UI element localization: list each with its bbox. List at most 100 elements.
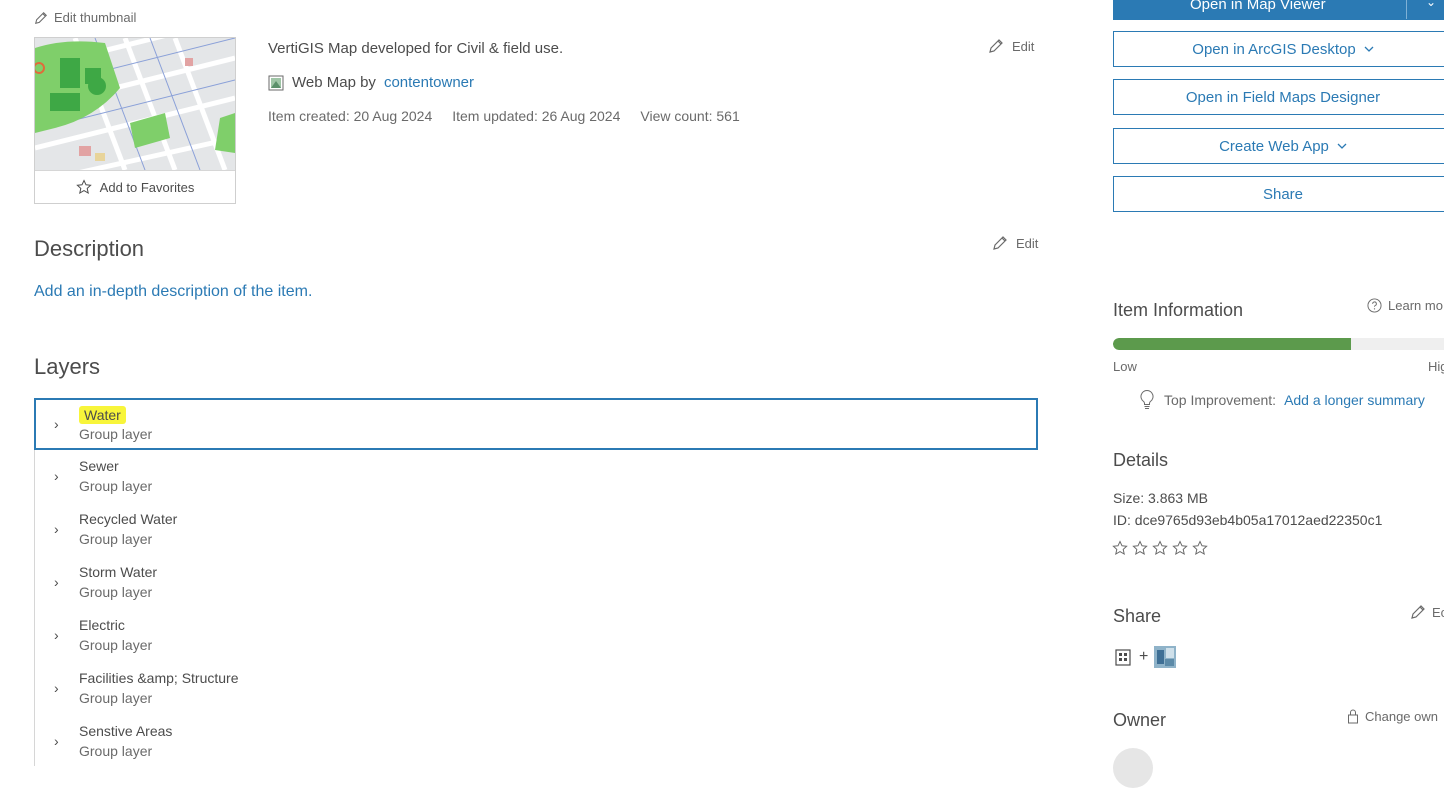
change-owner-label: Change own [1365, 708, 1438, 724]
item-type-line: Web Map by contentowner [268, 74, 474, 91]
help-icon [1367, 298, 1382, 313]
open-in-arcgis-desktop-label: Open in ArcGIS Desktop [1192, 40, 1356, 58]
top-improvement-link[interactable]: Add a longer summary [1284, 392, 1425, 408]
open-in-map-viewer-button[interactable]: Open in Map Viewer ⌄ [1113, 0, 1444, 20]
rating-stars[interactable] [1112, 540, 1208, 556]
owner-avatar [1113, 748, 1153, 788]
view-count: View count: 561 [640, 108, 740, 124]
lightbulb-icon [1140, 389, 1154, 409]
share-label: Share [1262, 185, 1304, 203]
group-thumbnail-icon [1154, 646, 1177, 668]
layer-name: Facilities &amp; Structure [79, 670, 239, 686]
layer-item-water[interactable]: › Water Group layer [34, 398, 1038, 450]
pencil-icon [989, 39, 1003, 53]
layers-list: › Water Group layer › Sewer Group layer … [34, 398, 1038, 768]
button-split-divider [1406, 0, 1407, 19]
star-icon[interactable] [1132, 540, 1148, 556]
layer-item-electric[interactable]: › Electric Group layer [34, 609, 1038, 662]
layer-type: Group layer [79, 637, 153, 653]
pencil-icon [35, 11, 47, 24]
description-heading: Description [34, 236, 145, 261]
open-in-map-viewer-label: Open in Map Viewer [1190, 0, 1326, 13]
item-updated: Item updated: 26 Aug 2024 [452, 108, 621, 124]
layers-heading: Layers [34, 354, 101, 379]
top-improvement-label: Top Improvement: [1164, 392, 1277, 408]
layer-name: Electric [79, 617, 125, 633]
item-information-progress-bar [1113, 338, 1444, 350]
layer-name: Recycled Water [79, 511, 178, 527]
thumbnail-card: Add to Favorites [34, 37, 236, 204]
chevron-right-icon[interactable]: › [54, 627, 59, 643]
open-in-arcgis-desktop-button[interactable]: Open in ArcGIS Desktop [1113, 31, 1444, 67]
layer-name: Senstive Areas [79, 723, 173, 739]
chevron-right-icon[interactable]: › [54, 680, 59, 696]
edit-summary-button[interactable]: Edit [988, 38, 1034, 54]
pencil-icon [1411, 605, 1425, 619]
create-web-app-label: Create Web App [1219, 137, 1329, 155]
layer-type: Group layer [79, 426, 153, 442]
edit-share-label: Ec [1432, 604, 1444, 620]
layer-item-sewer[interactable]: › Sewer Group layer [34, 450, 1038, 503]
star-icon[interactable] [1172, 540, 1188, 556]
open-in-field-maps-designer-button[interactable]: Open in Field Maps Designer [1113, 79, 1444, 115]
layer-name: Sewer [79, 458, 119, 474]
organization-icon [1115, 649, 1131, 666]
star-icon[interactable] [1152, 540, 1168, 556]
progress-low-label: Low [1113, 359, 1137, 374]
favorites-label: Add to Favorites [99, 179, 195, 195]
share-level-icons: + [1113, 646, 1177, 668]
add-description-link[interactable]: Add an in-depth description of the item. [34, 283, 312, 301]
chevron-down-icon [1337, 143, 1347, 149]
star-icon [75, 179, 92, 194]
item-meta: Item created: 20 Aug 2024 Item updated: … [268, 108, 740, 124]
top-improvement: Top Improvement: Add a longer summary [1138, 389, 1425, 411]
layer-type: Group layer [79, 531, 153, 547]
layer-type: Group layer [79, 690, 153, 706]
edit-summary-label: Edit [1012, 38, 1035, 54]
layer-name: Water [79, 406, 126, 424]
add-to-favorites-button[interactable]: Add to Favorites [35, 170, 235, 203]
edit-description-button[interactable]: Edit [992, 235, 1038, 251]
chevron-right-icon[interactable]: › [54, 416, 59, 432]
details-heading: Details [1113, 450, 1169, 470]
item-information-heading: Item Information [1113, 300, 1244, 320]
item-created: Item created: 20 Aug 2024 [268, 108, 433, 124]
layer-item-storm-water[interactable]: › Storm Water Group layer [34, 556, 1038, 609]
layer-item-facilities-structure[interactable]: › Facilities &amp; Structure Group layer [34, 662, 1038, 715]
chevron-right-icon[interactable]: › [54, 574, 59, 590]
progress-fill [1113, 338, 1351, 350]
open-in-field-maps-label: Open in Field Maps Designer [1185, 88, 1381, 106]
web-map-icon [268, 75, 284, 90]
star-icon[interactable] [1192, 540, 1208, 556]
map-thumbnail-image[interactable] [35, 38, 235, 170]
chevron-right-icon[interactable]: › [54, 521, 59, 537]
layer-item-recycled-water[interactable]: › Recycled Water Group layer [34, 503, 1038, 556]
chevron-down-icon [1364, 46, 1374, 52]
chevron-right-icon[interactable]: › [54, 733, 59, 749]
learn-more-label: Learn mo [1388, 298, 1443, 313]
share-button[interactable]: Share [1113, 176, 1444, 212]
create-web-app-button[interactable]: Create Web App [1113, 128, 1444, 164]
edit-thumbnail-label: Edit thumbnail [54, 10, 137, 25]
layer-type: Group layer [79, 584, 153, 600]
layer-item-sensitive-areas[interactable]: › Senstive Areas Group layer [34, 715, 1038, 768]
chevron-down-icon[interactable]: ⌄ [1426, 0, 1436, 9]
owner-link[interactable]: contentowner [384, 74, 474, 91]
chevron-right-icon[interactable]: › [54, 468, 59, 484]
lock-icon [1348, 709, 1358, 724]
layer-type: Group layer [79, 743, 153, 759]
progress-high-label: Hig [1428, 359, 1444, 374]
owner-heading: Owner [1113, 710, 1167, 730]
edit-thumbnail-link[interactable]: Edit thumbnail [34, 10, 136, 25]
star-icon[interactable] [1112, 540, 1128, 556]
edit-description-label: Edit [1016, 235, 1039, 251]
plus-icon: + [1139, 648, 1149, 665]
item-type-text: Web Map by [292, 74, 376, 91]
share-heading: Share [1113, 606, 1162, 626]
item-size: Size: 3.863 MB [1113, 490, 1208, 506]
layer-type: Group layer [79, 478, 153, 494]
item-summary: VertiGIS Map developed for Civil & field… [268, 40, 564, 57]
change-owner-button[interactable]: Change own [1347, 708, 1438, 724]
edit-share-button[interactable]: Ec [1410, 604, 1444, 620]
learn-more-link[interactable]: Learn mo [1367, 298, 1443, 313]
